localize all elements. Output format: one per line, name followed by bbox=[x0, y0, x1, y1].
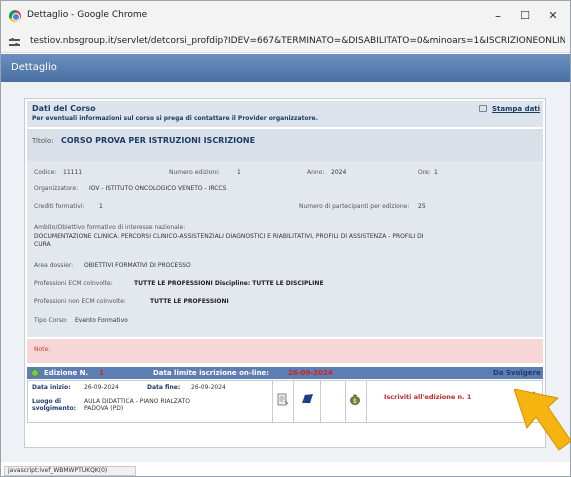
end-date-label: Data fine: bbox=[147, 384, 181, 391]
section-title: Dati del Corso bbox=[32, 104, 96, 113]
document-icon[interactable] bbox=[277, 393, 289, 406]
address-bar[interactable]: testiov.nbsgroup.it/servlet/detcorsi_pro… bbox=[1, 31, 570, 53]
ecm-professions-value: TUTTE LE PROFESSIONI Discipline: TUTTE L… bbox=[134, 280, 324, 287]
edition-number: 1 bbox=[99, 369, 104, 377]
area-label: Area dossier: bbox=[34, 262, 74, 269]
course-type-label: Tipo Corso: bbox=[34, 317, 68, 324]
num-editions-label: Numero edizioni: bbox=[169, 169, 220, 176]
area-value: OBIETTIVI FORMATIVI DI PROCESSO bbox=[84, 262, 191, 269]
place-label-2: svolgimento: bbox=[32, 405, 76, 412]
chrome-icon bbox=[9, 10, 21, 22]
organizer-label: Organizzatore: bbox=[34, 185, 79, 192]
divider bbox=[293, 381, 294, 422]
place-value: AULA DIDATTICA - PIANO RIALZATO bbox=[84, 398, 190, 405]
end-date-value: 26-09-2024 bbox=[191, 384, 226, 391]
ambito-label: Ambito/Obiettivo formativo di interesse … bbox=[34, 224, 186, 231]
deadline-date: 26-09-2024 bbox=[288, 369, 333, 377]
ecm-professions-label: Professioni ECM coinvolte: bbox=[34, 280, 113, 287]
ore-value: 1 bbox=[434, 169, 438, 176]
dialog-title: Dettaglio bbox=[11, 62, 57, 73]
svg-text:$: $ bbox=[353, 398, 357, 405]
edition-status: Da Svolgere bbox=[493, 369, 541, 377]
codice-value: 11111 bbox=[63, 169, 83, 176]
print-data-link[interactable]: Stampa dati bbox=[492, 105, 540, 113]
minimize-button[interactable]: – bbox=[483, 6, 513, 26]
browser-window: Dettaglio - Google Chrome – ☐ ✕ testiov.… bbox=[0, 0, 571, 477]
start-date-label: Data inizio: bbox=[32, 384, 71, 391]
course-info: Titolo: CORSO PROVA PER ISTRUZIONI ISCRI… bbox=[27, 129, 543, 337]
course-type-value: Evento Formativo bbox=[75, 317, 128, 324]
start-date-value: 26-09-2024 bbox=[84, 384, 119, 391]
note-label: Note: bbox=[34, 346, 51, 353]
divider bbox=[272, 381, 273, 422]
close-button[interactable]: ✕ bbox=[538, 6, 568, 26]
dialog-content: Dati del Corso Per eventuali informazion… bbox=[1, 82, 570, 462]
course-title: CORSO PROVA PER ISTRUZIONI ISCRIZIONE bbox=[61, 136, 256, 145]
credits-value: 1 bbox=[99, 203, 103, 210]
money-bag-icon[interactable]: $ bbox=[349, 393, 361, 405]
divider bbox=[366, 381, 367, 422]
divider bbox=[345, 381, 346, 422]
url-text[interactable]: testiov.nbsgroup.it/servlet/detcorsi_pro… bbox=[30, 36, 565, 46]
anno-label: Anno: bbox=[307, 169, 325, 176]
course-panel: Dati del Corso Per eventuali informazion… bbox=[24, 98, 546, 448]
map-icon[interactable] bbox=[300, 393, 314, 405]
status-bar-url: javascript:ivef_WBMWPTUKQK(0) bbox=[4, 466, 136, 476]
title-label: Titolo: bbox=[32, 137, 54, 145]
edition-row: Data inizio: 26-09-2024 Data fine: 26-09… bbox=[27, 380, 543, 423]
edition-label: Edizione N. bbox=[44, 369, 89, 377]
participants-label: Numero di partecipanti per edizione: bbox=[299, 203, 410, 210]
section-subtitle: Per eventuali informazioni sul corso si … bbox=[32, 115, 318, 122]
note-box: Note: bbox=[27, 339, 543, 363]
ambito-value: DOCUMENTAZIONE CLINICA. PERCORSI CLINICO… bbox=[34, 233, 424, 240]
status-dot-icon bbox=[31, 369, 39, 377]
participants-value: 25 bbox=[418, 203, 426, 210]
place-value-2: PADOVA (PD) bbox=[84, 405, 124, 412]
title-bar: Dettaglio - Google Chrome – ☐ ✕ bbox=[1, 1, 570, 31]
codice-label: Codice: bbox=[34, 169, 57, 176]
edition-header: Edizione N. 1 Data limite iscrizione on-… bbox=[27, 367, 543, 379]
divider bbox=[320, 381, 321, 422]
organizer-value: IOV - ISTITUTO ONCOLOGICO VENETO - IRCCS bbox=[89, 185, 227, 192]
deadline-label: Data limite iscrizione on-line: bbox=[153, 369, 270, 377]
title-box: Titolo: CORSO PROVA PER ISTRUZIONI ISCRI… bbox=[27, 129, 543, 161]
enroll-edition-link[interactable]: Iscriviti all'edizione n. 1 bbox=[384, 393, 471, 401]
site-settings-icon[interactable] bbox=[9, 37, 20, 47]
maximize-button[interactable]: ☐ bbox=[510, 6, 540, 26]
arrow-pointer-icon bbox=[514, 389, 571, 451]
credits-label: Crediti formativi: bbox=[34, 203, 85, 210]
ore-label: Ore: bbox=[418, 169, 431, 176]
window-title: Dettaglio - Google Chrome bbox=[27, 10, 148, 20]
num-editions-value: 1 bbox=[237, 169, 241, 176]
anno-value: 2024 bbox=[331, 169, 347, 176]
ambito-value-2: CURA bbox=[34, 241, 51, 248]
place-label: Luogo di bbox=[32, 398, 62, 405]
course-section-header: Dati del Corso Per eventuali informazion… bbox=[27, 101, 543, 127]
non-ecm-professions-value: TUTTE LE PROFESSIONI bbox=[150, 298, 229, 305]
printer-icon[interactable] bbox=[479, 105, 487, 112]
non-ecm-professions-label: Professioni non ECM coinvolte: bbox=[34, 298, 126, 305]
dialog-header: Dettaglio bbox=[1, 54, 570, 82]
